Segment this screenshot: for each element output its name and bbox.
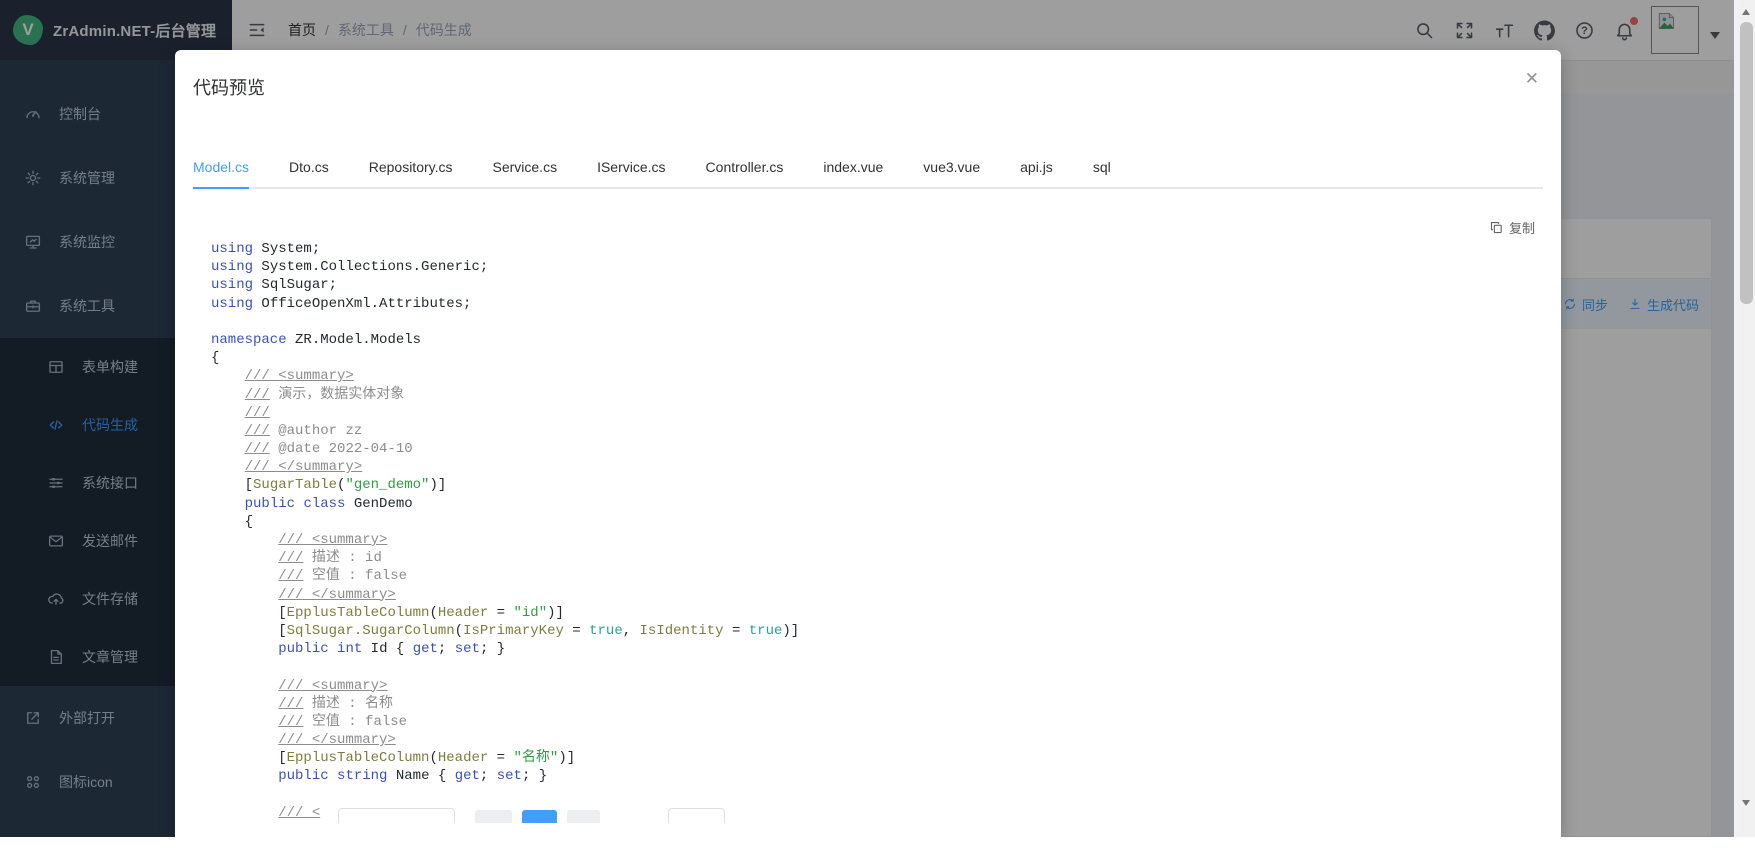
code-line: public string Name { get; set; } <box>211 767 1533 785</box>
scroll-up-arrow-icon[interactable] <box>1742 5 1750 15</box>
code-line: /// @date 2022-04-10 <box>211 440 1533 458</box>
code-line: /// 描述 : 名称 <box>211 695 1533 713</box>
scrollbar-thumb[interactable] <box>1740 22 1753 304</box>
pager-active-page[interactable] <box>522 810 557 823</box>
code-block: using System;using System.Collections.Ge… <box>211 240 1533 837</box>
tab-sql[interactable]: sql <box>1073 147 1131 187</box>
copy-button[interactable]: 复制 <box>1489 218 1535 237</box>
code-line <box>211 313 1533 331</box>
copy-label: 复制 <box>1509 218 1535 237</box>
page-size-select[interactable] <box>338 808 455 823</box>
code-line: /// 演示，数据实体对象 <box>211 386 1533 404</box>
code-line <box>211 786 1533 804</box>
code-line: { <box>211 513 1533 531</box>
screen: V ZrAdmin.NET-后台管理 控制台系统管理系统监控系统工具表单构建代码… <box>0 0 1755 863</box>
scrollbar[interactable] <box>1738 0 1755 837</box>
code-line: [EpplusTableColumn(Header = "名称")] <box>211 749 1533 767</box>
file-tabs: Model.csDto.csRepository.csService.csISe… <box>193 147 1543 189</box>
tab-service-cs[interactable]: Service.cs <box>473 147 578 187</box>
copy-icon <box>1489 220 1504 235</box>
code-line: namespace ZR.Model.Models <box>211 331 1533 349</box>
code-line: public class GenDemo <box>211 495 1533 513</box>
code-line: /// <summary> <box>211 367 1533 385</box>
code-line: using System.Collections.Generic; <box>211 258 1533 276</box>
app-window: V ZrAdmin.NET-后台管理 控制台系统管理系统监控系统工具表单构建代码… <box>0 0 1755 837</box>
pager-prev-button[interactable] <box>475 810 512 823</box>
tab-dto-cs[interactable]: Dto.cs <box>269 147 349 187</box>
code-preview-dialog: 代码预览 ✕ Model.csDto.csRepository.csServic… <box>175 50 1561 837</box>
tab-api-js[interactable]: api.js <box>1000 147 1073 187</box>
scroll-down-arrow-icon[interactable] <box>1742 800 1750 810</box>
pagination-cutoff <box>338 808 938 823</box>
tab-iservice-cs[interactable]: IService.cs <box>577 147 685 187</box>
code-line: [SugarTable("gen_demo")] <box>211 476 1533 494</box>
pager-next-button[interactable] <box>567 810 600 823</box>
code-line: /// 空值 : false <box>211 713 1533 731</box>
code-line: [SqlSugar.SugarColumn(IsPrimaryKey = tru… <box>211 622 1533 640</box>
tab-repository-cs[interactable]: Repository.cs <box>349 147 473 187</box>
code-line: using OfficeOpenXml.Attributes; <box>211 295 1533 313</box>
tab-index-vue[interactable]: index.vue <box>803 147 903 187</box>
code-line: /// <summary> <box>211 677 1533 695</box>
tab-model-cs[interactable]: Model.cs <box>193 147 269 187</box>
tab-vue3-vue[interactable]: vue3.vue <box>903 147 1000 187</box>
code-line: using System; <box>211 240 1533 258</box>
code-line: /// </summary> <box>211 731 1533 749</box>
code-line: /// @author zz <box>211 422 1533 440</box>
close-icon[interactable]: ✕ <box>1525 70 1539 87</box>
code-line: [EpplusTableColumn(Header = "id")] <box>211 604 1533 622</box>
pager-jump-input[interactable] <box>668 808 725 823</box>
dialog-title: 代码预览 <box>193 74 265 100</box>
code-line: /// 描述 : id <box>211 549 1533 567</box>
code-line: /// </summary> <box>211 586 1533 604</box>
code-line: /// </summary> <box>211 458 1533 476</box>
code-line: /// <summary> <box>211 531 1533 549</box>
code-line <box>211 658 1533 676</box>
code-line: public int Id { get; set; } <box>211 640 1533 658</box>
tab-controller-cs[interactable]: Controller.cs <box>686 147 804 187</box>
code-line: /// <box>211 404 1533 422</box>
code-line: using SqlSugar; <box>211 276 1533 294</box>
code-line: { <box>211 349 1533 367</box>
code-line: /// 空值 : false <box>211 567 1533 585</box>
